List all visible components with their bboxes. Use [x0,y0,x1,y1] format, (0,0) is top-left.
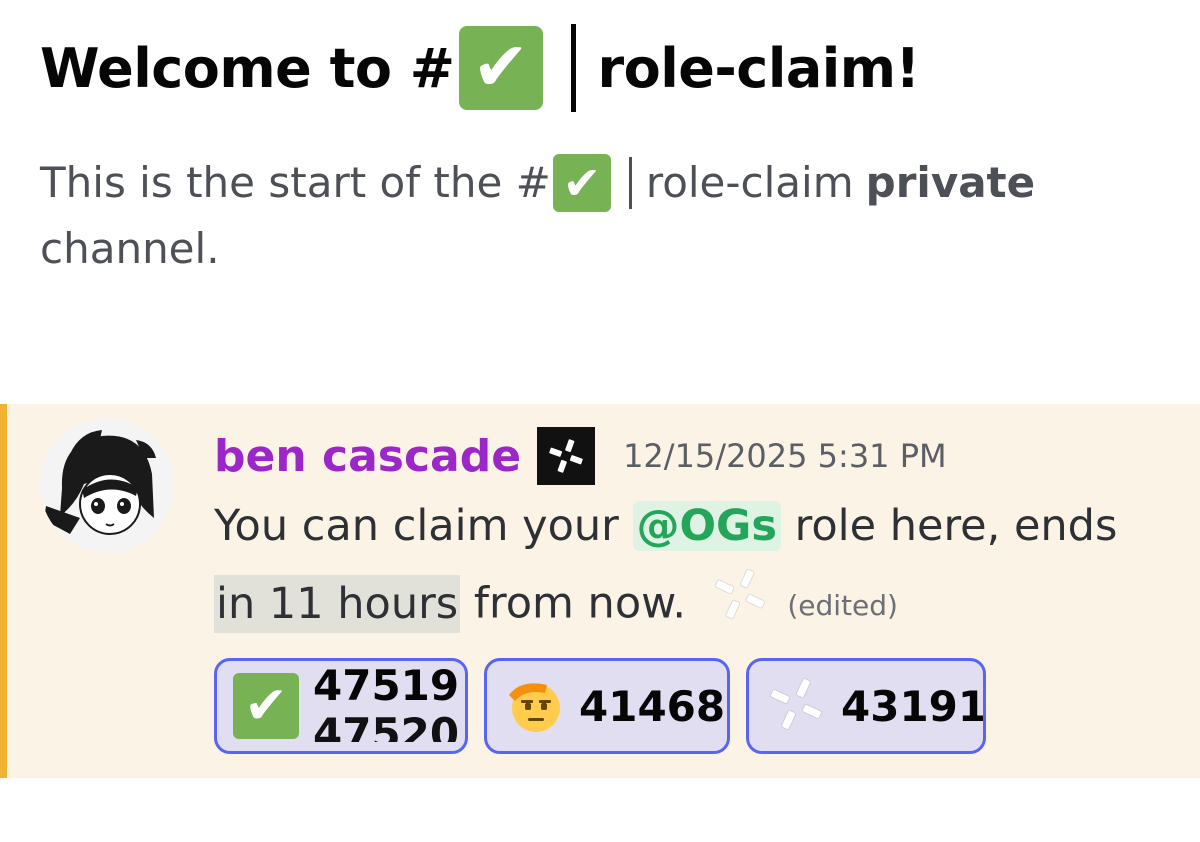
message-item[interactable]: ben cascade 12/15/2025 5:31 PM You can c… [0,404,1200,778]
timestamp-mention[interactable]: in 11 hours [214,574,461,633]
message-timestamp[interactable]: 12/15/2025 5:31 PM [623,437,947,475]
message-text: from now. [460,578,687,629]
check-mark-icon: ✔ [552,154,611,212]
reaction-check[interactable]: ✔ 47519 47520 [214,658,468,754]
channel-view: Welcome to # ✔ role-claim! This is the s… [0,0,1200,842]
role-mention[interactable]: @OGs [632,501,781,551]
avatar[interactable] [40,418,174,552]
intro-channel-name: role-claim [645,158,854,207]
reaction-salute[interactable]: 41468 [484,658,730,754]
saluting-face-icon [503,673,565,739]
welcome-heading: Welcome to # ✔ role-claim! [40,24,920,112]
welcome-prefix: Welcome to # [40,36,455,100]
check-mark-icon: ✔ [233,673,299,739]
reaction-next-count: 47520 [313,709,460,743]
welcome-channel-name: role-claim! [597,36,921,100]
reaction-count: 43191 [841,681,986,731]
edited-label: (edited) [787,589,898,622]
divider-bar [628,157,632,209]
private-label: private [865,158,1036,207]
reaction-count-roll: 47519 47520 [313,662,459,742]
cascade-logo-icon [710,564,770,648]
reaction-count: 41468 [579,681,726,731]
divider-bar [570,24,576,112]
intro-prefix: This is the start of the # [40,158,551,207]
check-mark-icon: ✔ [458,26,543,110]
cascade-role-icon[interactable] [537,427,596,485]
message-header: ben cascade 12/15/2025 5:31 PM [214,426,947,486]
reaction-bar: ✔ 47519 47520 41468 43191 [214,658,986,754]
message-text: You can claim your [214,501,633,551]
highlight-stripe [0,404,7,778]
anime-girl-avatar-icon [40,418,174,552]
message-text: role here, ends [780,501,1118,551]
reaction-cascade[interactable]: 43191 [746,658,986,754]
reaction-count: 47519 [313,662,460,710]
message-content: You can claim your @OGs role here, ends … [214,488,1174,648]
cascade-logo-icon [765,673,827,739]
intro-suffix: channel. [40,224,220,273]
channel-intro: This is the start of the # ✔ role-claim … [40,150,1160,282]
username[interactable]: ben cascade [214,431,521,482]
